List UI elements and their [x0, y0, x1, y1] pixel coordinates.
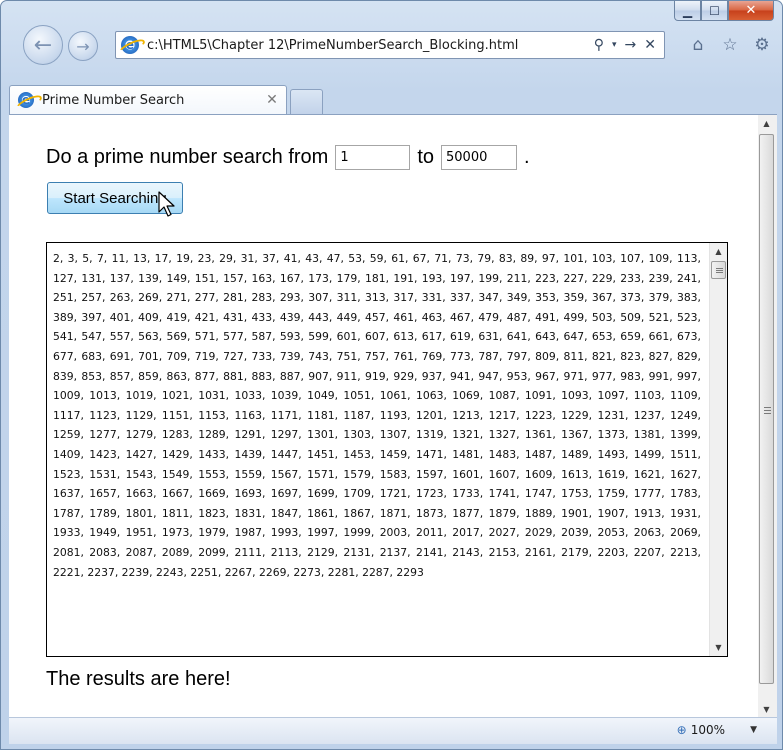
results-scrollbar[interactable]: ▲ ▼ [709, 243, 727, 656]
dropdown-icon[interactable]: ▾ [612, 40, 617, 50]
new-tab-button[interactable] [290, 89, 323, 114]
from-number-input[interactable] [335, 145, 411, 170]
address-tools: ⚲ ▾ → ✕ [594, 37, 656, 53]
gear-icon[interactable]: ⚙ [752, 35, 772, 55]
prompt-label: Do a prime number search from [46, 146, 329, 168]
address-text[interactable]: c:\HTML5\Chapter 12\PrimeNumberSearch_Bl… [147, 38, 594, 53]
grip-line [764, 410, 771, 411]
ie-page-icon: e [121, 36, 139, 54]
ie-page-icon: e [18, 92, 34, 108]
navigation-bar: ← → e c:\HTML5\Chapter 12\PrimeNumberSea… [1, 21, 782, 77]
grip-line [716, 272, 723, 273]
page-scrollbar[interactable]: ▲ ▼ [758, 115, 777, 718]
browser-window: ▁ ☐ ✕ ← → e c:\HTML5\Chapter 12\PrimeNum… [0, 0, 783, 750]
zoom-control[interactable]: ⊕ 100% [677, 723, 725, 737]
home-icon[interactable]: ⌂ [688, 35, 708, 55]
period-label: . [524, 146, 530, 168]
go-arrow-icon[interactable]: → [625, 37, 637, 53]
scroll-up-arrow-icon[interactable]: ▲ [710, 243, 727, 260]
tab-strip: e Prime Number Search ✕ [1, 81, 782, 114]
zoom-icon: ⊕ [676, 723, 687, 737]
forward-arrow-icon[interactable]: → [68, 31, 98, 61]
results-message: The results are here! [46, 668, 231, 690]
page-scroll-down-arrow-icon[interactable]: ▼ [758, 701, 775, 718]
grip-line [764, 413, 771, 414]
window-caption-buttons: ▁ ☐ ✕ [674, 1, 774, 23]
grip-line [764, 407, 771, 408]
page-scroll-up-arrow-icon[interactable]: ▲ [758, 115, 775, 132]
minimize-button[interactable]: ▁ [674, 1, 701, 21]
page-viewport: Do a prime number search from to . Start… [9, 114, 777, 718]
stop-icon[interactable]: ✕ [644, 37, 656, 53]
to-label: to [417, 146, 435, 168]
zoom-level: 100% [690, 723, 725, 737]
to-number-input[interactable] [441, 145, 518, 170]
tab-title: Prime Number Search [42, 92, 185, 108]
results-scroll-thumb[interactable] [711, 261, 726, 279]
search-icon[interactable]: ⚲ [594, 37, 604, 53]
scroll-down-arrow-icon[interactable]: ▼ [710, 639, 727, 656]
results-box: 2, 3, 5, 7, 11, 13, 17, 19, 23, 29, 31, … [46, 242, 728, 657]
zoom-dropdown-icon[interactable]: ▼ [750, 725, 757, 735]
page-scroll-track[interactable]: ▲ ▼ [758, 115, 777, 718]
maximize-button[interactable]: ☐ [701, 1, 728, 21]
tab-prime-number-search[interactable]: e Prime Number Search ✕ [9, 85, 287, 114]
status-bar: ⊕ 100% ▼ [9, 717, 777, 744]
close-window-button[interactable]: ✕ [728, 1, 774, 21]
pointer-cursor-icon [158, 191, 175, 217]
search-form: Do a prime number search from to . [46, 145, 530, 170]
address-bar[interactable]: e c:\HTML5\Chapter 12\PrimeNumberSearch_… [115, 31, 665, 59]
star-icon[interactable]: ☆ [720, 35, 740, 55]
grip-line [716, 268, 723, 269]
prime-results-list: 2, 3, 5, 7, 11, 13, 17, 19, 23, 29, 31, … [53, 252, 701, 579]
page-content: Do a prime number search from to . Start… [9, 115, 758, 718]
grip-line [716, 270, 723, 271]
close-tab-icon[interactable]: ✕ [262, 92, 282, 108]
page-scroll-thumb[interactable] [759, 134, 774, 684]
back-arrow-icon[interactable]: ← [23, 25, 63, 65]
toolbar-icons: ⌂ ☆ ⚙ [688, 35, 772, 55]
